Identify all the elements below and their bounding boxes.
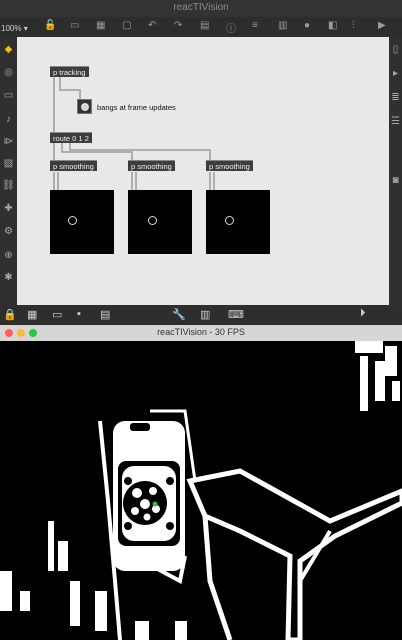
lcd-display-2[interactable] bbox=[128, 190, 192, 254]
lock-icon[interactable]: 🔒 bbox=[3, 308, 17, 321]
bang-button[interactable] bbox=[77, 99, 92, 114]
grid-icon[interactable]: ▦ bbox=[27, 308, 37, 321]
keyboard-icon[interactable]: ⌨ bbox=[228, 308, 244, 321]
route-object[interactable]: route 0 1 2 bbox=[50, 132, 92, 143]
tracking-window-title: reacTIVision - 30 FPS bbox=[157, 327, 245, 337]
wrench-icon[interactable]: 🔧 bbox=[172, 308, 186, 321]
smoothing-object-3[interactable]: p smoothing bbox=[206, 160, 253, 171]
patcher-icon[interactable]: ▤ bbox=[100, 308, 110, 321]
phone-with-fiducial bbox=[113, 421, 187, 585]
lcd-display-3[interactable] bbox=[206, 190, 270, 254]
lcd-display-1[interactable] bbox=[50, 190, 114, 254]
bang-comment: bangs at frame updates bbox=[97, 103, 176, 112]
tracked-marker-3 bbox=[225, 216, 234, 225]
p-tracking-object[interactable]: p tracking bbox=[50, 66, 89, 77]
comment-icon[interactable]: ▪ bbox=[77, 308, 81, 320]
smoothing-object-1[interactable]: p smoothing bbox=[50, 160, 97, 171]
tracked-marker-1 bbox=[68, 216, 77, 225]
midi-icon[interactable]: ▥ bbox=[200, 308, 210, 321]
smoothing-object-2[interactable]: p smoothing bbox=[128, 160, 175, 171]
presentation-icon[interactable]: ▭ bbox=[52, 308, 62, 321]
play-icon[interactable]: ⏵ bbox=[360, 307, 366, 320]
bang-indicator bbox=[80, 102, 89, 111]
tracked-marker-2 bbox=[148, 216, 157, 225]
thresholded-camera-image bbox=[0, 341, 402, 640]
cord-tracking-to-bang bbox=[59, 77, 81, 100]
fiducial-center-marker bbox=[152, 501, 158, 507]
cord-route-to-smoothing-2 bbox=[61, 143, 133, 160]
noise-blobs bbox=[0, 341, 400, 640]
